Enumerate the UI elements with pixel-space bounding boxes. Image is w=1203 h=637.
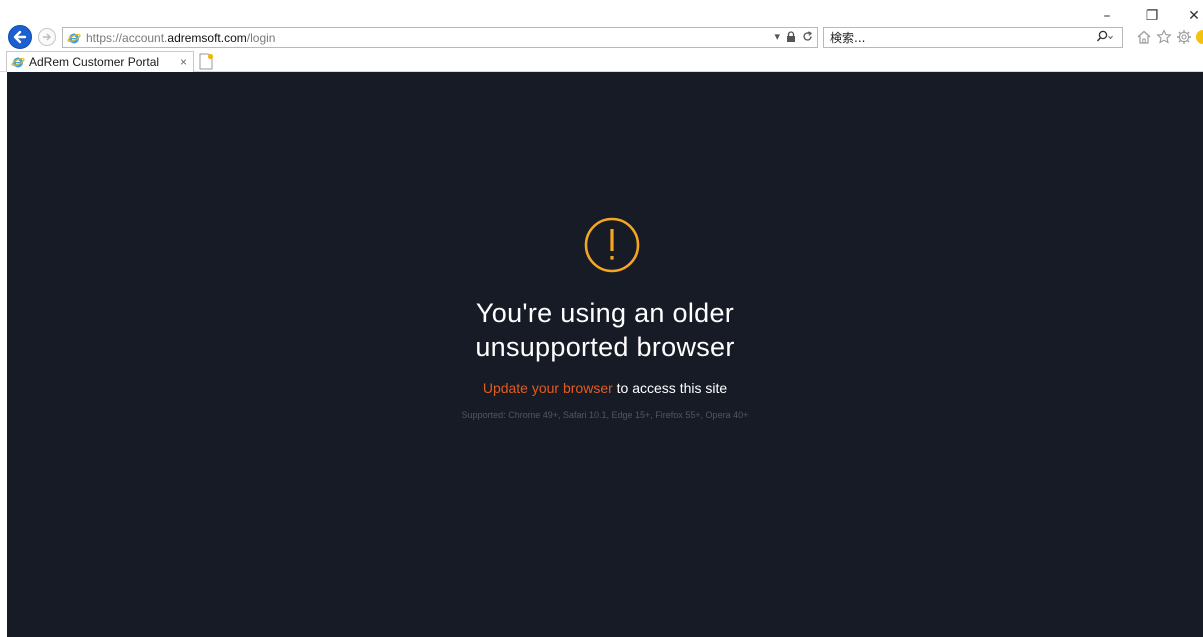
settings-button[interactable]	[1175, 28, 1193, 46]
page-content: You're using an older unsupported browse…	[7, 72, 1203, 637]
url-text: https://account.adremsoft.com/login	[86, 31, 275, 45]
tab-title: AdRem Customer Portal	[29, 55, 160, 69]
feedback-button[interactable]	[1194, 28, 1203, 46]
address-dropdown-icon[interactable]: ▾	[774, 30, 780, 43]
forward-button[interactable]	[38, 28, 56, 46]
arrow-right-icon	[43, 33, 51, 41]
update-browser-link[interactable]: Update your browser	[483, 380, 613, 396]
headline-line-1: You're using an older	[475, 298, 735, 328]
url-host: adremsoft.com	[167, 30, 247, 45]
url-path: /login	[246, 30, 276, 45]
favorites-button[interactable]	[1155, 28, 1173, 46]
warning-icon	[584, 217, 640, 273]
address-bar[interactable]: https://account.adremsoft.com/login ▾	[62, 27, 818, 48]
tab-adrem-portal[interactable]: AdRem Customer Portal ×	[6, 51, 194, 72]
ie-tab-icon	[11, 57, 25, 68]
url-scheme: https://	[86, 30, 123, 45]
back-button[interactable]	[8, 25, 32, 49]
update-message: Update your browser to access this site	[7, 380, 1203, 396]
search-icon[interactable]	[1096, 30, 1114, 44]
smiley-icon	[1196, 30, 1203, 44]
star-icon	[1156, 29, 1172, 44]
new-tab-icon[interactable]	[198, 53, 214, 70]
search-box[interactable]	[823, 27, 1123, 48]
ie-page-icon	[67, 33, 81, 43]
home-button[interactable]	[1135, 28, 1153, 46]
arrow-left-icon	[13, 30, 27, 44]
restore-button[interactable]: ❐	[1141, 6, 1163, 26]
page-headline: You're using an older unsupported browse…	[7, 296, 1203, 364]
lock-icon[interactable]	[786, 31, 796, 42]
gear-icon	[1177, 30, 1191, 44]
browser-chrome: – ❐ ✕ https://account.adremsoft.com/logi…	[0, 0, 1203, 72]
address-tools: ▾	[774, 30, 813, 43]
url-subdomain: account.	[122, 30, 168, 45]
home-icon	[1137, 30, 1151, 44]
tab-bar: AdRem Customer Portal ×	[0, 50, 1203, 72]
close-window-button[interactable]: ✕	[1183, 6, 1203, 26]
update-message-text: to access this site	[612, 380, 728, 396]
minimize-button[interactable]: –	[1096, 6, 1118, 26]
refresh-icon[interactable]	[802, 31, 813, 42]
search-input[interactable]	[830, 30, 1070, 45]
supported-browsers-text: Supported: Chrome 49+, Safari 10.1, Edge…	[461, 410, 749, 420]
tab-close-button[interactable]: ×	[180, 55, 187, 69]
headline-line-2: unsupported browser	[475, 332, 735, 362]
